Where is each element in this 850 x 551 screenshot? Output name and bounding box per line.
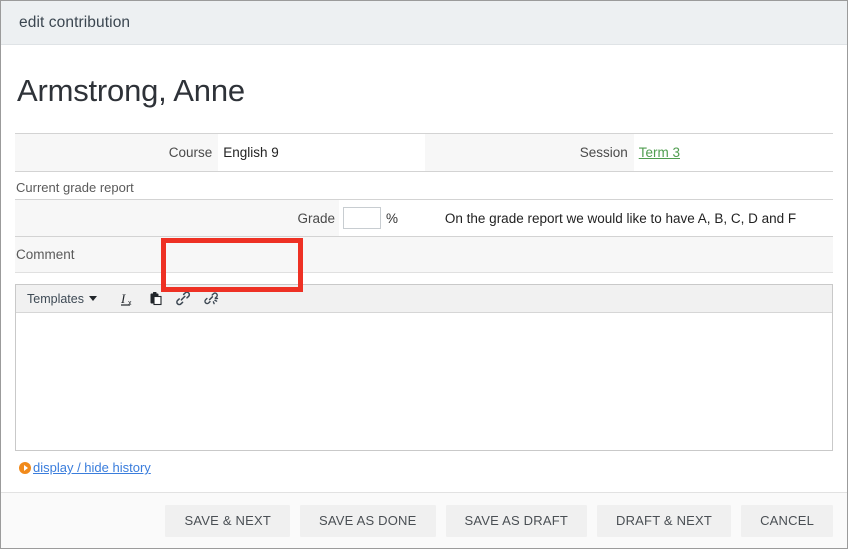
link-icon[interactable] <box>171 288 197 310</box>
comment-section-header: Comment <box>15 237 833 273</box>
templates-label: Templates <box>27 291 84 306</box>
grade-row: Grade % On the grade report we would lik… <box>15 199 833 237</box>
course-value: English 9 <box>218 134 426 171</box>
display-hide-history-link[interactable]: display / hide history <box>33 460 151 475</box>
grade-row-spacer <box>15 200 219 236</box>
grade-report-note: On the grade report we would like to hav… <box>398 200 833 236</box>
svg-text:x: x <box>128 300 132 307</box>
session-label: Session <box>425 134 634 171</box>
save-and-next-button[interactable]: SAVE & NEXT <box>165 504 290 537</box>
grade-input-cell: % <box>339 200 399 236</box>
comment-editor: Templates I x <box>15 284 833 451</box>
remove-format-icon[interactable]: I x <box>115 288 141 310</box>
grade-label: Grade <box>297 210 335 226</box>
grade-input[interactable] <box>343 207 381 229</box>
paste-icon[interactable] <box>143 288 169 310</box>
percent-symbol: % <box>386 210 399 226</box>
chevron-down-icon <box>88 296 97 301</box>
save-as-done-button[interactable]: SAVE AS DONE <box>299 504 436 537</box>
comment-label: Comment <box>16 247 75 262</box>
window-header: edit contribution <box>1 1 847 45</box>
expand-arrow-icon <box>19 461 31 474</box>
grade-label-cell: Grade <box>219 200 339 236</box>
session-value-cell: Term 3 <box>633 134 833 171</box>
course-session-table: Course English 9 Session Term 3 <box>15 133 833 172</box>
unlink-icon[interactable] <box>199 288 225 310</box>
save-as-draft-button[interactable]: SAVE AS DRAFT <box>445 504 587 537</box>
templates-dropdown[interactable]: Templates <box>25 290 103 308</box>
current-grade-report-caption: Current grade report <box>16 180 134 195</box>
display-hide-history-row[interactable]: display / hide history <box>15 460 833 475</box>
cancel-button[interactable]: CANCEL <box>741 504 833 537</box>
svg-text:I: I <box>120 291 126 306</box>
course-label: Course <box>15 134 219 171</box>
window-title: edit contribution <box>19 13 131 31</box>
action-bar: SAVE & NEXT SAVE AS DONE SAVE AS DRAFT D… <box>1 492 847 548</box>
editor-toolbar: Templates I x <box>16 285 832 313</box>
edit-contribution-window: edit contribution Armstrong, Anne Course… <box>0 0 848 549</box>
draft-and-next-button[interactable]: DRAFT & NEXT <box>597 504 732 537</box>
comment-text-area[interactable] <box>16 313 832 450</box>
page-title: Armstrong, Anne <box>17 73 245 108</box>
main-content: Armstrong, Anne Course English 9 Session… <box>1 45 847 492</box>
session-link[interactable]: Term 3 <box>639 145 680 160</box>
